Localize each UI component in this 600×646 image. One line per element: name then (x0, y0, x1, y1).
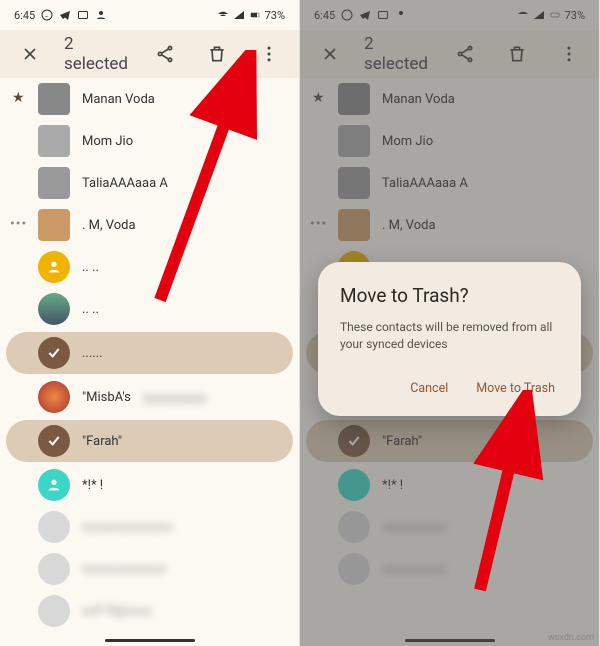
move-to-trash-dialog: Move to Trash? These contacts will be re… (318, 262, 581, 416)
contact-row[interactable]: Mom Jio (0, 120, 299, 162)
signal-icon (233, 9, 245, 21)
profile-icon (95, 9, 107, 21)
whatsapp-icon (41, 9, 53, 21)
trash-icon (207, 44, 227, 64)
dialog-body: These contacts will be removed from all … (340, 319, 559, 353)
cancel-button[interactable]: Cancel (406, 373, 452, 404)
contact-row[interactable]: xxxxxxxxxxxxx (0, 548, 299, 590)
contact-row-selected[interactable]: ...... (6, 332, 293, 374)
screen-dialog: 6:45 73% 2 selected ★ Manan Voda M (300, 0, 600, 646)
more-button[interactable] (251, 36, 287, 72)
delete-button[interactable] (199, 36, 235, 72)
battery-icon (249, 9, 261, 21)
contact-row[interactable]: *!* ! (0, 464, 299, 506)
wifi-icon (217, 9, 229, 21)
contact-row[interactable]: .. .. (0, 246, 299, 288)
contact-row[interactable]: . M, Voda (0, 204, 299, 246)
message-icon (77, 9, 89, 21)
screen-contacts-select: 6:45 73% 2 selected (0, 0, 300, 646)
contact-list[interactable]: ★ Manan Voda Mom Jio TaliaAAAaaa A ••• .… (0, 78, 299, 632)
contact-row[interactable]: "MisbA'sxxxxxxxx (0, 376, 299, 418)
nav-bar[interactable] (105, 639, 195, 642)
more-vert-icon (259, 44, 279, 64)
contact-row-selected[interactable]: "Farah" (6, 420, 293, 462)
watermark: wsxdn.com (548, 633, 594, 643)
selection-count: 2 selected (64, 34, 131, 74)
checkmark-icon (38, 425, 70, 457)
battery-percent: 73% (265, 9, 285, 22)
checkmark-icon (38, 337, 70, 369)
status-time: 6:45 (14, 9, 35, 22)
contact-row[interactable]: xxP R@xxxx (0, 590, 299, 632)
close-button[interactable] (12, 36, 48, 72)
share-button[interactable] (147, 36, 183, 72)
contact-row[interactable]: TaliaAAAaaa A (0, 162, 299, 204)
status-bar: 6:45 73% (0, 0, 299, 30)
telegram-icon (59, 9, 71, 21)
dialog-title: Move to Trash? (340, 284, 559, 307)
close-icon (20, 44, 40, 64)
selection-toolbar: 2 selected (0, 30, 299, 78)
contact-row[interactable]: .. .. (0, 288, 299, 330)
contact-row[interactable]: Manan Voda (0, 78, 299, 120)
contact-row[interactable]: xxxxxxxxxxxxxx (0, 506, 299, 548)
share-icon (155, 44, 175, 64)
move-to-trash-button[interactable]: Move to Trash (472, 373, 559, 404)
